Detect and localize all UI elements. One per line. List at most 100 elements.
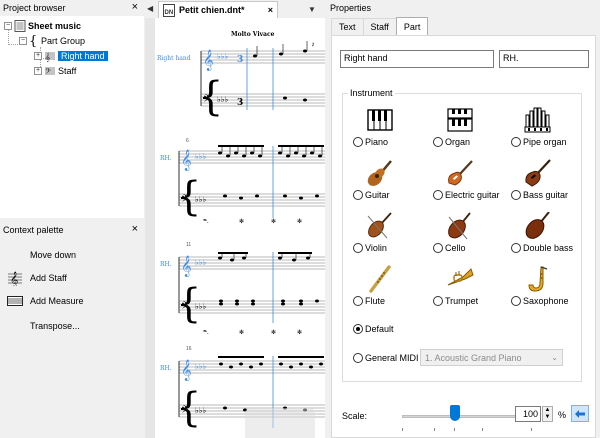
bass-guitar-icon	[525, 159, 551, 187]
svg-text:♭♭♭: ♭♭♭	[217, 52, 229, 61]
add-measure-button[interactable]: Add Measure	[0, 291, 140, 311]
slider-tick	[454, 428, 455, 431]
instrument-option-bass-guitar[interactable]: Bass guitar	[511, 159, 596, 211]
close-icon[interactable]: ×	[132, 1, 138, 13]
chevron-down-icon: ⌄	[551, 353, 558, 362]
svg-text:𝄢: 𝄢	[181, 193, 189, 207]
instrument-option-flute[interactable]: Flute	[353, 265, 438, 317]
scale-value-input[interactable]: 100	[515, 406, 541, 422]
default-instrument-option[interactable]: Default	[353, 324, 394, 334]
properties-panel: Properties Text Staff Part Right hand RH…	[327, 0, 600, 438]
svg-text:𝄞: 𝄞	[181, 256, 192, 277]
radio-button-checked[interactable]	[353, 324, 363, 334]
score-notation: Molto Vivace Right hand { 𝄞 𝄢 ♭♭♭ ♭♭♭ 3 …	[157, 31, 325, 438]
scale-spinner[interactable]: ▲ ▼	[542, 406, 553, 422]
score-view[interactable]: Molto Vivace Right hand { 𝄞 𝄢 ♭♭♭ ♭♭♭ 3 …	[145, 18, 325, 438]
midi-instrument-select[interactable]: 1. Acoustic Grand Piano ⌄	[420, 349, 563, 366]
radio-button[interactable]	[511, 190, 521, 200]
part-short-name-field[interactable]: RH.	[499, 50, 589, 68]
radio-button[interactable]	[433, 243, 443, 253]
tree-label: Right hand	[58, 51, 108, 61]
svg-text:3: 3	[237, 55, 243, 65]
radio-button[interactable]	[511, 243, 521, 253]
radio-button[interactable]	[353, 243, 363, 253]
instrument-label: Piano	[365, 137, 389, 147]
radio-button[interactable]	[433, 190, 443, 200]
part-name-field[interactable]: Right hand	[340, 50, 494, 68]
scale-slider-track[interactable]	[402, 415, 532, 418]
radio-button[interactable]	[353, 190, 363, 200]
cello-icon	[448, 212, 471, 240]
instrument-label: Guitar	[365, 190, 390, 200]
double-bass-icon	[525, 212, 550, 239]
radio-button[interactable]	[511, 137, 521, 147]
instrument-option-cello[interactable]: Cello	[433, 212, 518, 264]
svg-text:𝄞: 𝄞	[181, 150, 192, 171]
tab-scroll-left-icon[interactable]: ◀	[147, 4, 153, 13]
close-tab-icon[interactable]: ×	[268, 5, 273, 15]
tab-part[interactable]: Part	[395, 17, 429, 35]
radio-button[interactable]	[433, 296, 443, 306]
radio-button[interactable]	[433, 137, 443, 147]
floating-overlay-widget[interactable]	[245, 408, 315, 438]
expand-toggle-icon[interactable]: +	[34, 52, 42, 60]
svg-text:✻: ✻	[271, 329, 276, 336]
instrument-option-organ[interactable]: Organ	[433, 106, 518, 158]
staff-short-label: RH.	[160, 365, 172, 372]
expand-toggle-icon[interactable]: +	[34, 67, 42, 75]
radio-button[interactable]	[353, 353, 363, 363]
part-icon: 𝄞	[45, 52, 55, 62]
svg-text:♭♭♭: ♭♭♭	[195, 258, 207, 267]
tab-label: Text	[339, 22, 356, 32]
svg-text:𝄢: 𝄢	[181, 404, 189, 418]
general-midi-label: General MIDI	[365, 353, 419, 363]
instrument-option-saxophone[interactable]: Saxophone	[511, 265, 596, 317]
transpose-button[interactable]: Transpose...	[0, 316, 140, 336]
svg-text:𝄞: 𝄞	[45, 52, 50, 62]
close-icon[interactable]: ×	[132, 223, 138, 235]
move-down-button[interactable]: Move down	[0, 245, 140, 265]
electric-guitar-icon	[448, 160, 473, 186]
instrument-option-piano[interactable]: Piano	[353, 106, 438, 158]
tree-item-part-group[interactable]: − { Part Group	[19, 33, 85, 49]
brace-icon: {	[29, 33, 38, 49]
scale-slider-thumb[interactable]	[450, 405, 460, 421]
default-label: Default	[365, 324, 394, 334]
radio-button[interactable]	[353, 137, 363, 147]
context-palette-title: Context palette	[3, 225, 64, 235]
tab-text[interactable]: Text	[331, 18, 364, 35]
palette-item-label: Add Measure	[30, 296, 84, 306]
apply-scale-button[interactable]	[571, 405, 589, 422]
instrument-label: Flute	[365, 296, 386, 306]
svg-text:✻: ✻	[297, 329, 302, 336]
svg-text:♭♭♭: ♭♭♭	[195, 406, 207, 415]
context-palette-header: Context palette ×	[0, 222, 144, 238]
radio-button[interactable]	[511, 296, 521, 306]
instrument-option-electric-guitar[interactable]: Electric guitar	[433, 159, 518, 211]
instrument-option-double-bass[interactable]: Double bass	[511, 212, 596, 264]
tree-item-sheet-music[interactable]: − Sheet music	[4, 19, 81, 33]
svg-text:DN: DN	[165, 10, 174, 16]
instrument-option-violin[interactable]: Violin	[353, 212, 438, 264]
svg-text:♭♭♭: ♭♭♭	[217, 95, 229, 104]
midi-select-value: 1. Acoustic Grand Piano	[425, 352, 522, 363]
measure-icon	[6, 295, 24, 307]
tab-label: Staff	[370, 22, 389, 32]
radio-button[interactable]	[353, 296, 363, 306]
measure-number: 16	[186, 346, 192, 352]
tree-item-right-hand[interactable]: + 𝄞 Right hand	[34, 49, 108, 63]
document-tab[interactable]: DN Petit chien.dnt* ×	[158, 1, 278, 18]
tree-label: Staff	[58, 66, 77, 76]
collapse-toggle-icon[interactable]: −	[4, 22, 12, 30]
tab-list-dropdown-icon[interactable]: ▼	[308, 5, 316, 14]
instrument-option-pipe-organ[interactable]: Pipe organ	[511, 106, 596, 158]
instrument-option-trumpet[interactable]: Trumpet	[433, 265, 518, 317]
add-staff-button[interactable]: 𝄞 Add Staff	[0, 268, 140, 288]
collapse-toggle-icon[interactable]: −	[19, 37, 27, 45]
instrument-label: Trumpet	[445, 296, 479, 306]
instrument-option-guitar[interactable]: Guitar	[353, 159, 438, 211]
general-midi-option[interactable]: General MIDI	[353, 353, 419, 363]
measure-number: 11	[186, 242, 191, 248]
tree-item-staff[interactable]: + 𝄢 Staff	[34, 64, 76, 78]
tab-staff[interactable]: Staff	[362, 18, 397, 35]
